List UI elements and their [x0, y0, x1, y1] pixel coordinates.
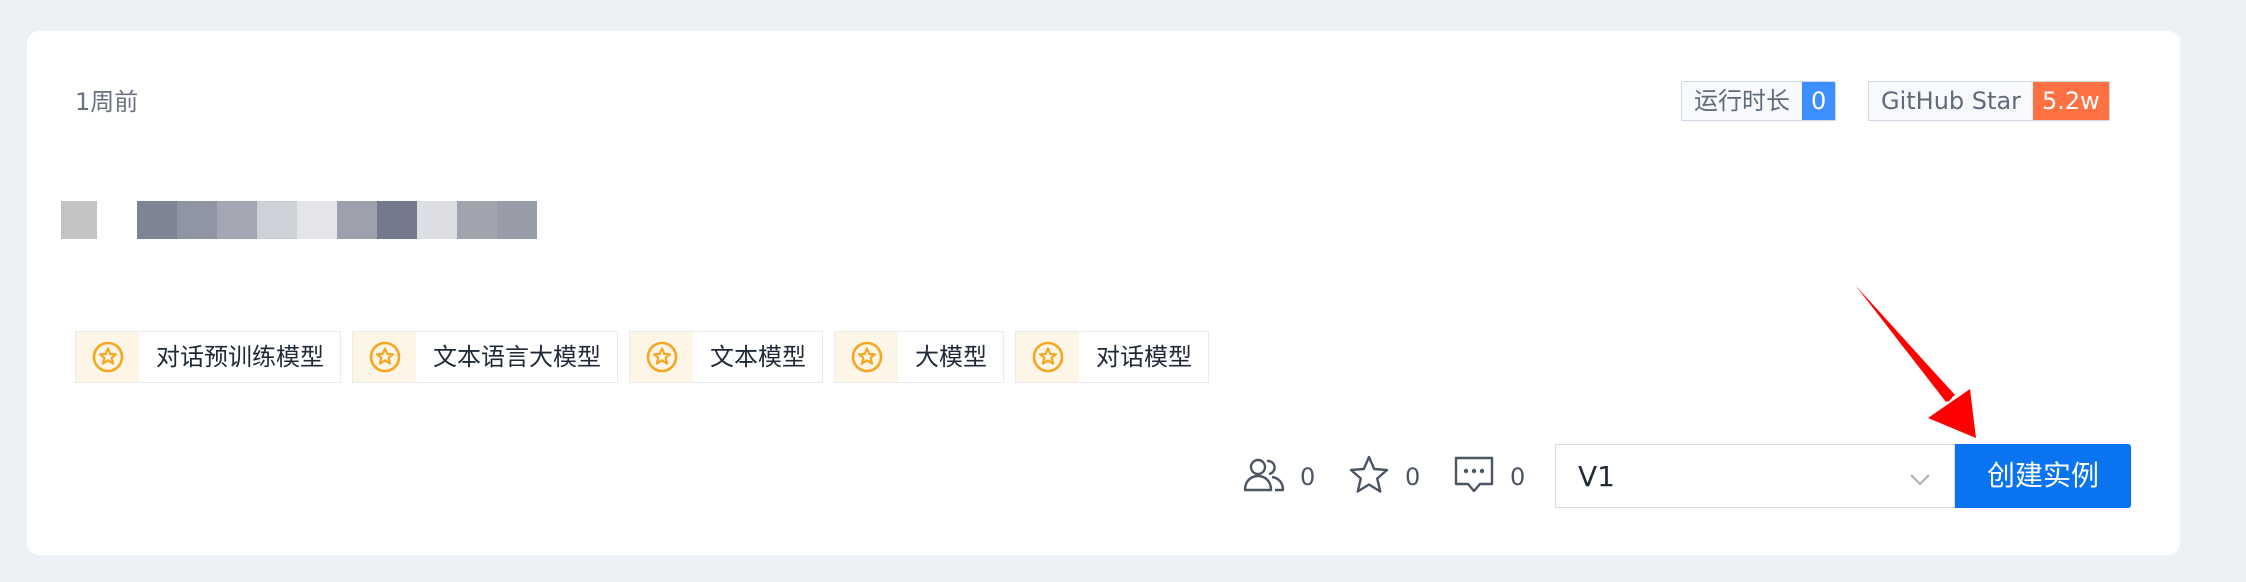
- comments-count: 0: [1510, 463, 1526, 491]
- create-instance-button[interactable]: 创建实例: [1955, 444, 2131, 508]
- star-circle-icon: [353, 332, 416, 382]
- runtime-badge-value: 0: [1802, 82, 1836, 120]
- comments-stat[interactable]: 0: [1452, 444, 1525, 510]
- stars-count: 0: [1405, 463, 1421, 491]
- runtime-badge: 运行时长 0: [1681, 81, 1837, 121]
- tag-item[interactable]: 文本模型: [629, 331, 823, 383]
- model-card: 1周前 运行时长 0 GitHub Star 5.2w 对话预训练模型 文本语言…: [27, 31, 2180, 555]
- star-circle-icon: [835, 332, 898, 382]
- chevron-down-icon: [1908, 465, 1932, 498]
- tag-label: 对话模型: [1096, 343, 1192, 371]
- users-icon: [1242, 455, 1286, 499]
- github-star-badge-label: GitHub Star: [1869, 82, 2034, 120]
- tag-item[interactable]: 大模型: [834, 331, 1004, 383]
- action-bar: 0 0 0 V1 创建实例: [27, 444, 2180, 510]
- updated-time: 1周前: [75, 88, 139, 116]
- users-stat[interactable]: 0: [1242, 444, 1315, 510]
- version-select[interactable]: V1: [1555, 444, 1955, 508]
- tag-label: 大模型: [915, 343, 987, 371]
- version-select-value: V1: [1578, 459, 1615, 493]
- tag-label: 文本模型: [710, 343, 806, 371]
- page-background: 1周前 运行时长 0 GitHub Star 5.2w 对话预训练模型 文本语言…: [0, 0, 2246, 582]
- users-count: 0: [1300, 463, 1316, 491]
- redacted-title: [61, 201, 537, 239]
- runtime-badge-label: 运行时长: [1682, 82, 1802, 120]
- tag-label: 对话预训练模型: [156, 343, 324, 371]
- star-circle-icon: [76, 332, 139, 382]
- tag-item[interactable]: 文本语言大模型: [352, 331, 618, 383]
- star-circle-icon: [630, 332, 693, 382]
- tag-label: 文本语言大模型: [433, 343, 601, 371]
- tag-list: 对话预训练模型 文本语言大模型 文本模型 大模型 对话模型: [75, 331, 1220, 383]
- github-star-badge: GitHub Star 5.2w: [1868, 81, 2110, 121]
- star-circle-icon: [1016, 332, 1079, 382]
- tag-item[interactable]: 对话预训练模型: [75, 331, 341, 383]
- tag-item[interactable]: 对话模型: [1015, 331, 1209, 383]
- comment-icon: [1452, 454, 1496, 500]
- star-icon: [1347, 454, 1391, 500]
- github-star-badge-value: 5.2w: [2033, 82, 2109, 120]
- stars-stat[interactable]: 0: [1347, 444, 1420, 510]
